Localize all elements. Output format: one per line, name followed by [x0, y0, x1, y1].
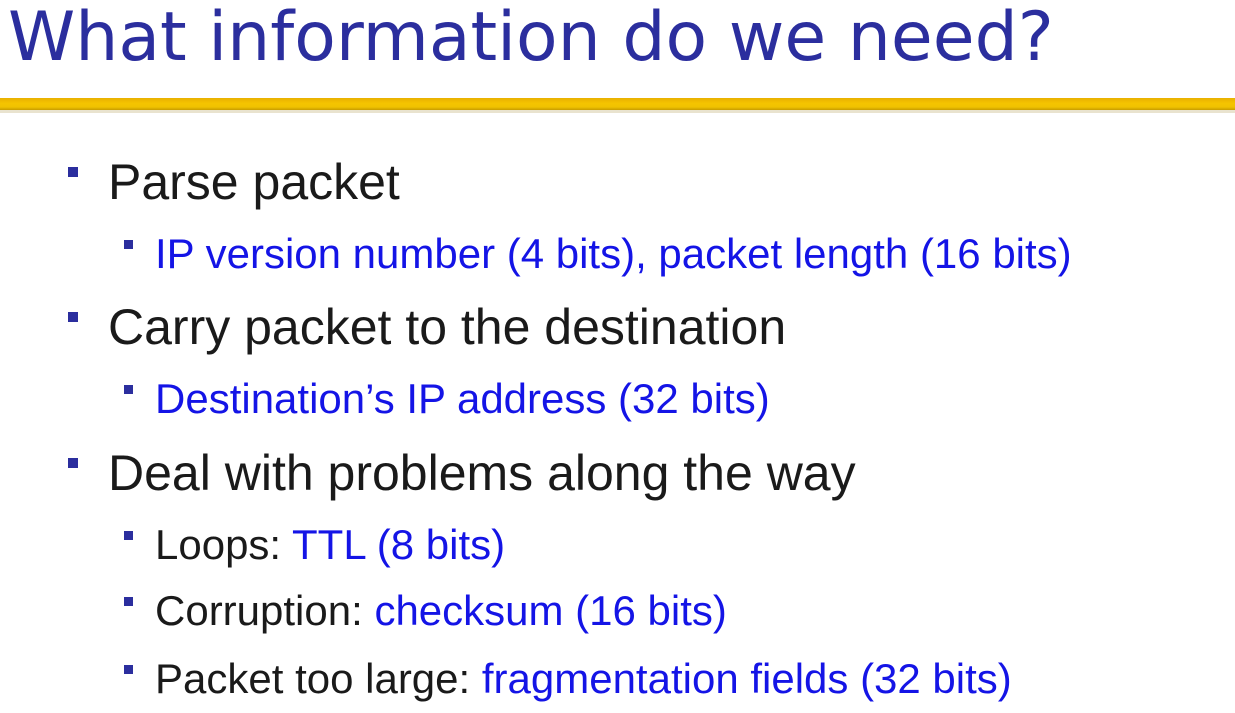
bullet-label: Parse packet: [108, 154, 400, 210]
square-bullet-icon: [124, 665, 133, 674]
square-bullet-icon: [124, 531, 133, 540]
bullet-carry-packet: Carry packet to the destination: [68, 297, 787, 357]
sub-bullet-destination-ip: Destination’s IP address (32 bits): [124, 374, 770, 424]
square-bullet-icon: [124, 385, 133, 394]
square-bullet-icon: [124, 597, 133, 606]
sub-bullet-prefix: Loops:: [155, 521, 293, 568]
square-bullet-icon: [68, 167, 78, 177]
sub-bullet-detail: fragmentation fields (32 bits): [481, 655, 1012, 702]
sub-bullet-prefix: Packet too large:: [155, 655, 482, 702]
sub-bullet-ip-version: IP version number (4 bits), packet lengt…: [124, 229, 1072, 279]
bullet-deal-with-problems: Deal with problems along the way: [68, 443, 856, 503]
bullet-parse-packet: Parse packet: [68, 152, 400, 212]
sub-bullet-detail: IP version number (4 bits), packet lengt…: [155, 230, 1072, 277]
sub-bullet-loops: Loops: TTL (8 bits): [124, 520, 506, 570]
square-bullet-icon: [68, 312, 78, 322]
square-bullet-icon: [68, 458, 78, 468]
sub-bullet-packet-too-large: Packet too large: fragmentation fields (…: [124, 654, 1012, 704]
title-divider: [0, 98, 1235, 110]
title-divider-shadow: [0, 110, 1235, 113]
bullet-label: Carry packet to the destination: [108, 299, 787, 355]
bullet-label: Deal with problems along the way: [108, 445, 856, 501]
slide-title: What information do we need?: [8, 0, 1054, 77]
sub-bullet-detail: checksum (16 bits): [374, 587, 727, 634]
sub-bullet-prefix: Corruption:: [155, 587, 375, 634]
square-bullet-icon: [124, 240, 133, 249]
sub-bullet-detail: Destination’s IP address (32 bits): [155, 375, 770, 422]
sub-bullet-detail: TTL (8 bits): [292, 521, 506, 568]
sub-bullet-corruption: Corruption: checksum (16 bits): [124, 586, 727, 636]
